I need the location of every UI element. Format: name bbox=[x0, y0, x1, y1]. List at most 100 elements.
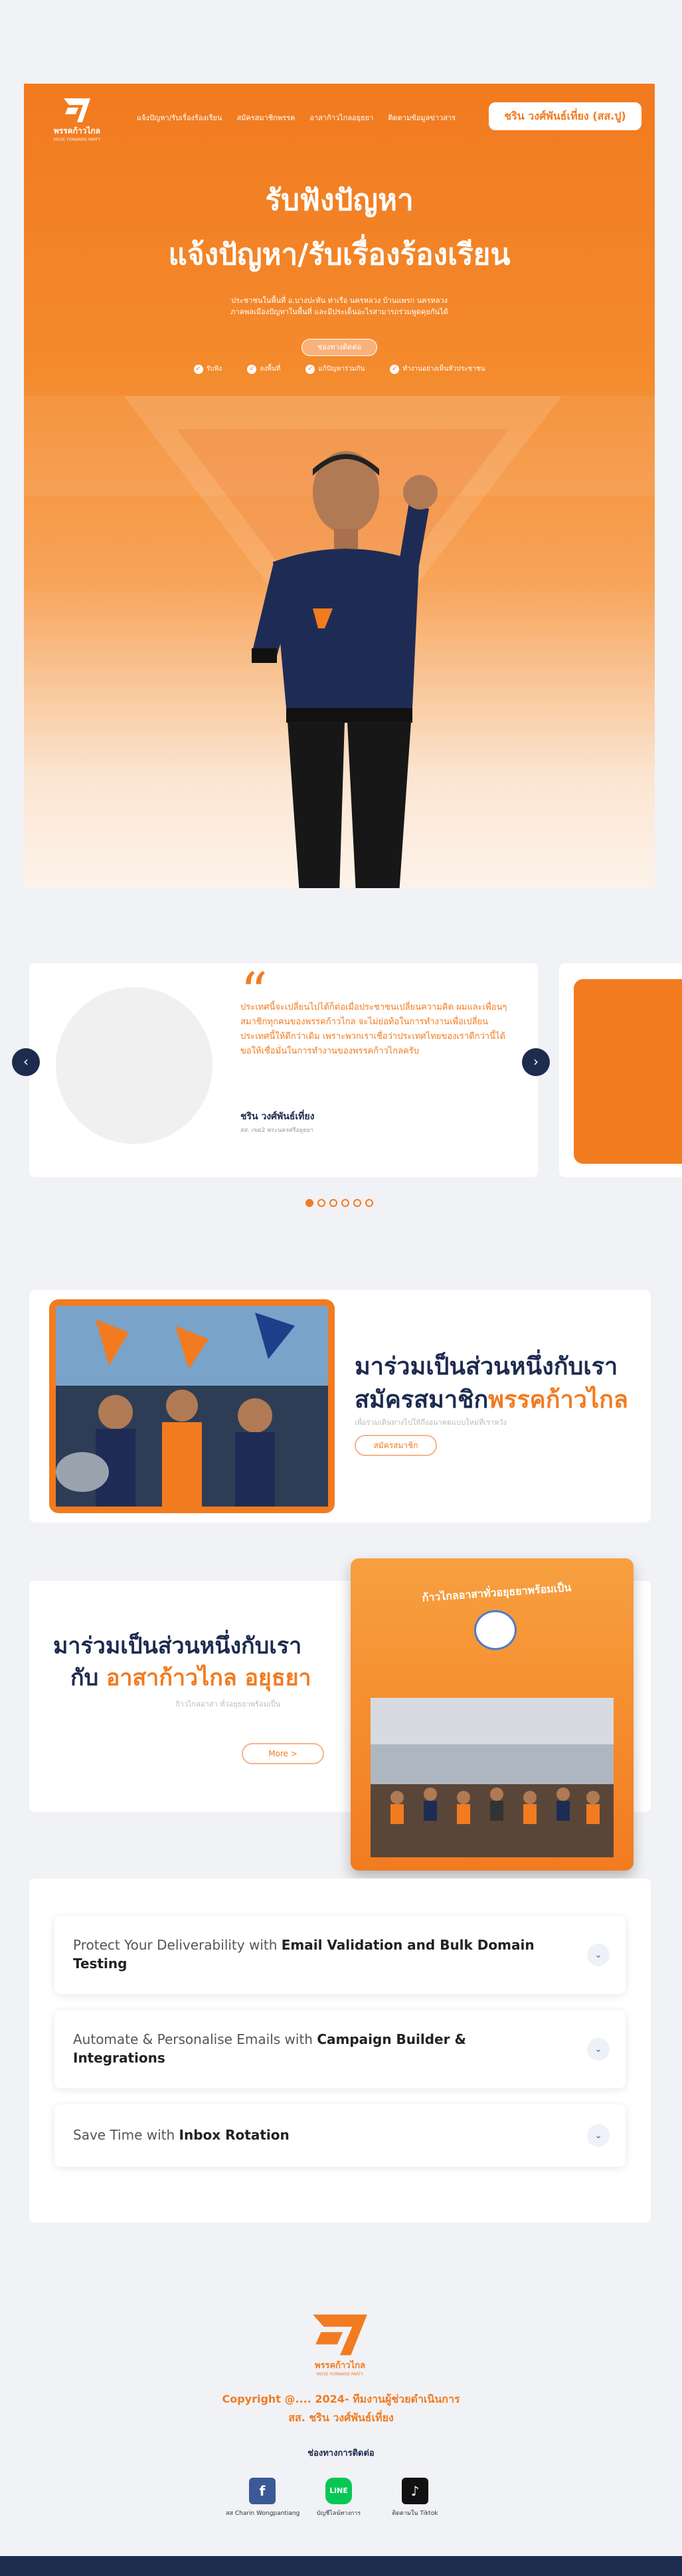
testimonial-quote: ประเทศนี้จะเปลี่ยนไปได้ก็ต่อเมื่อประชาชน… bbox=[240, 1002, 507, 1056]
membership-subtitle: เพื่อร่วมเดินทางไปให้ถึงอนาคตแบบใหม่ที่เ… bbox=[355, 1418, 507, 1427]
chevron-down-icon[interactable]: ⌄ bbox=[587, 1944, 610, 1966]
volunteer-more-button[interactable]: More > bbox=[242, 1743, 324, 1764]
profile-button[interactable]: ชริน วงศ์พันธ์เที่ยง (สส.ปู) bbox=[489, 102, 641, 130]
carousel-dot[interactable] bbox=[365, 1199, 373, 1207]
check-label: ทำงานอย่างเห็นหัวประชาชน bbox=[402, 365, 485, 373]
membership-title-prefix: สมัครสมาชิก bbox=[355, 1386, 489, 1414]
carousel-dot[interactable] bbox=[341, 1199, 349, 1207]
check-icon: ✓ bbox=[390, 364, 400, 374]
social-label: ติดตามใน Tiktok bbox=[392, 2510, 438, 2517]
nav-link-report[interactable]: แจ้งปัญหา/รับเรื่องร้องเรียน bbox=[137, 112, 222, 124]
volunteer-title-line2: กับ อาสาก้าวไกล อยุธยา bbox=[70, 1659, 311, 1695]
faq-item[interactable]: Protect Your Deliverability with Email V… bbox=[54, 1916, 626, 1994]
contact-cta-button[interactable]: ช่องทางติดต่อ bbox=[301, 339, 377, 356]
footer-logo-name: พรรคก้าวไกล bbox=[314, 2361, 366, 2371]
check-item: ✓ แก้ปัญหาร่วมกัน bbox=[305, 364, 365, 374]
nav-link-membership[interactable]: สมัครสมาชิกพรรค bbox=[236, 112, 295, 124]
membership-section: มาร่วมเป็นส่วนหนึ่งกับเรา สมัครสมาชิกพรร… bbox=[29, 1290, 651, 1522]
chevron-left-icon: ‹ bbox=[23, 1054, 29, 1069]
membership-title-highlight: พรรคก้าวไกล bbox=[488, 1386, 628, 1414]
volunteer-subtitle: ก้าวไกลอาสา ทั่วอยุธยาพร้อมเป็น bbox=[175, 1700, 281, 1708]
party-logo[interactable]: พรรคก้าวไกล MOVE FORWARD PARTY bbox=[50, 97, 104, 143]
nav-link-news[interactable]: ติดตามข้อมูลข่าวสาร bbox=[388, 112, 456, 124]
volunteer-group-photo bbox=[371, 1698, 614, 1857]
testimonial-name: ชริน วงศ์พันธ์เที่ยง bbox=[240, 1111, 315, 1122]
hero-description: ประชาชนในพื้นที่ อ.บางปะหัน ท่าเรือ นครห… bbox=[230, 296, 448, 316]
faq-question-bold: Inbox Rotation bbox=[179, 2127, 290, 2143]
check-item: ✓ ทำงานอย่างเห็นหัวประชาชน bbox=[390, 364, 485, 374]
chevron-down-icon[interactable]: ⌄ bbox=[587, 2038, 610, 2061]
testimonial-role: สส. เขต2 พระนครศรีอยุธยา bbox=[240, 1127, 314, 1134]
social-facebook[interactable]: f สส Charin Wongpantiang bbox=[226, 2478, 299, 2518]
social-links: f สส Charin Wongpantiang LINE บัญชีไลน์ท… bbox=[226, 2478, 452, 2518]
footer-logo[interactable]: พรรคก้าวไกล MOVE FORWARD PARTY bbox=[307, 2312, 373, 2377]
social-label: บัญชีไลน์ทางการ bbox=[316, 2510, 361, 2517]
faq-question-prefix: Automate & Personalise Emails with bbox=[73, 2031, 317, 2047]
carousel-dot[interactable] bbox=[353, 1199, 361, 1207]
hero-checklist: ✓ รับฟัง ✓ ลงพื้นที่ ✓ แก้ปัญหาร่วมกัน ✓ ทำง… bbox=[24, 364, 655, 374]
hero-section: พรรคก้าวไกล MOVE FORWARD PARTY แจ้งปัญหา… bbox=[24, 84, 655, 888]
testimonial-card: “ ประเทศนี้จะเปลี่ยนไปได้ก็ต่อเมื่อประชา… bbox=[29, 963, 538, 1177]
line-icon[interactable]: LINE bbox=[325, 2478, 352, 2504]
tiktok-icon[interactable]: ♪ bbox=[402, 2478, 428, 2504]
check-label: ลงพื้นที่ bbox=[260, 365, 281, 373]
faq-question: Automate & Personalise Emails with Campa… bbox=[73, 2030, 538, 2067]
faq-item[interactable]: Save Time with Inbox Rotation ⌄ bbox=[54, 2104, 626, 2167]
testimonial-card-next bbox=[559, 963, 682, 1177]
footer-bottom-bar bbox=[0, 2556, 682, 2576]
copyright-text: Copyright @.... 2024- ทีมงานผู้ช่วยดำเนิ… bbox=[222, 2393, 460, 2405]
party-logo-icon bbox=[313, 2314, 367, 2355]
membership-button[interactable]: สมัครสมาชิก bbox=[355, 1435, 437, 1456]
carousel-prev-button[interactable]: ‹ bbox=[12, 1048, 40, 1076]
politician-photo bbox=[252, 451, 438, 888]
facebook-icon[interactable]: f bbox=[249, 2478, 276, 2504]
hero-title-line1: รับฟังปัญหา bbox=[265, 183, 414, 217]
nav-link-volunteer[interactable]: อาสาก้าวไกลอยุธยา bbox=[309, 112, 373, 124]
faq-item[interactable]: Automate & Personalise Emails with Campa… bbox=[54, 2010, 626, 2088]
volunteer-title-line1: มาร่วมเป็นส่วนหนึ่งกับเรา bbox=[53, 1633, 302, 1659]
volunteer-card-text: ก้าวไกลอาสาทั่วอยุธยาพร้อมเป็น bbox=[422, 1581, 572, 1604]
membership-title-line1: มาร่วมเป็นส่วนหนึ่งกับเรา bbox=[355, 1353, 618, 1380]
check-icon: ✓ bbox=[305, 364, 315, 374]
volunteer-title-highlight: อาสาก้าวไกล อยุธยา bbox=[106, 1665, 311, 1691]
carousel-dots bbox=[305, 1199, 373, 1207]
social-tiktok[interactable]: ♪ ติดตามใน Tiktok bbox=[379, 2478, 452, 2518]
carousel-dot[interactable] bbox=[329, 1199, 337, 1207]
contact-title: ช่องทางการติดต่อ bbox=[307, 2448, 375, 2458]
logo-name: พรรคก้าวไกล bbox=[53, 126, 101, 136]
faq-question: Save Time with Inbox Rotation bbox=[73, 2126, 538, 2144]
chevron-down-icon[interactable]: ⌄ bbox=[587, 2124, 610, 2147]
chevron-right-icon: › bbox=[533, 1054, 539, 1069]
top-nav: พรรคก้าวไกล MOVE FORWARD PARTY แจ้งปัญหา… bbox=[24, 84, 655, 153]
page: พรรคก้าวไกล MOVE FORWARD PARTY แจ้งปัญหา… bbox=[0, 0, 682, 2576]
testimonial-avatar bbox=[56, 987, 213, 1144]
testimonial-next-image bbox=[574, 979, 682, 1164]
volunteer-image-card: ก้าวไกลอาสาทั่วอยุธยาพร้อมเป็น bbox=[351, 1558, 634, 1871]
volunteer-seal-icon bbox=[474, 1610, 517, 1650]
footer-logo-sub: MOVE FORWARD PARTY bbox=[316, 2372, 364, 2377]
carousel-dot[interactable] bbox=[305, 1199, 313, 1207]
faq-section: Protect Your Deliverability with Email V… bbox=[29, 1879, 651, 2223]
hero-title-line2: แจ้งปัญหา/รับเรื่องร้องเรียน bbox=[168, 238, 511, 272]
social-line[interactable]: LINE บัญชีไลน์ทางการ bbox=[302, 2478, 375, 2518]
faq-question: Protect Your Deliverability with Email V… bbox=[73, 1936, 538, 1973]
carousel-dot[interactable] bbox=[317, 1199, 325, 1207]
faq-question-prefix: Protect Your Deliverability with bbox=[73, 1937, 282, 1953]
membership-photo-frame bbox=[49, 1299, 335, 1513]
social-label: สส Charin Wongpantiang bbox=[226, 2510, 300, 2517]
check-icon: ✓ bbox=[193, 364, 203, 374]
check-label: แก้ปัญหาร่วมกัน bbox=[318, 365, 365, 373]
membership-title-line2: สมัครสมาชิกพรรคก้าวไกล bbox=[355, 1380, 628, 1418]
logo-sub: MOVE FORWARD PARTY bbox=[53, 138, 101, 142]
carousel-next-button[interactable]: › bbox=[522, 1048, 550, 1076]
party-logo-icon bbox=[64, 98, 90, 122]
check-icon: ✓ bbox=[247, 364, 257, 374]
membership-photo bbox=[56, 1306, 328, 1507]
footer-mp-name: สส. ชริน วงศ์พันธ์เที่ยง bbox=[288, 2411, 394, 2424]
check-item: ✓ ลงพื้นที่ bbox=[247, 364, 280, 374]
faq-question-prefix: Save Time with bbox=[73, 2127, 179, 2143]
check-item: ✓ รับฟัง bbox=[193, 364, 222, 374]
nav-links: แจ้งปัญหา/รับเรื่องร้องเรียน สมัครสมาชิก… bbox=[137, 112, 456, 124]
volunteer-title-prefix: กับ bbox=[70, 1665, 107, 1691]
check-label: รับฟัง bbox=[206, 365, 222, 373]
